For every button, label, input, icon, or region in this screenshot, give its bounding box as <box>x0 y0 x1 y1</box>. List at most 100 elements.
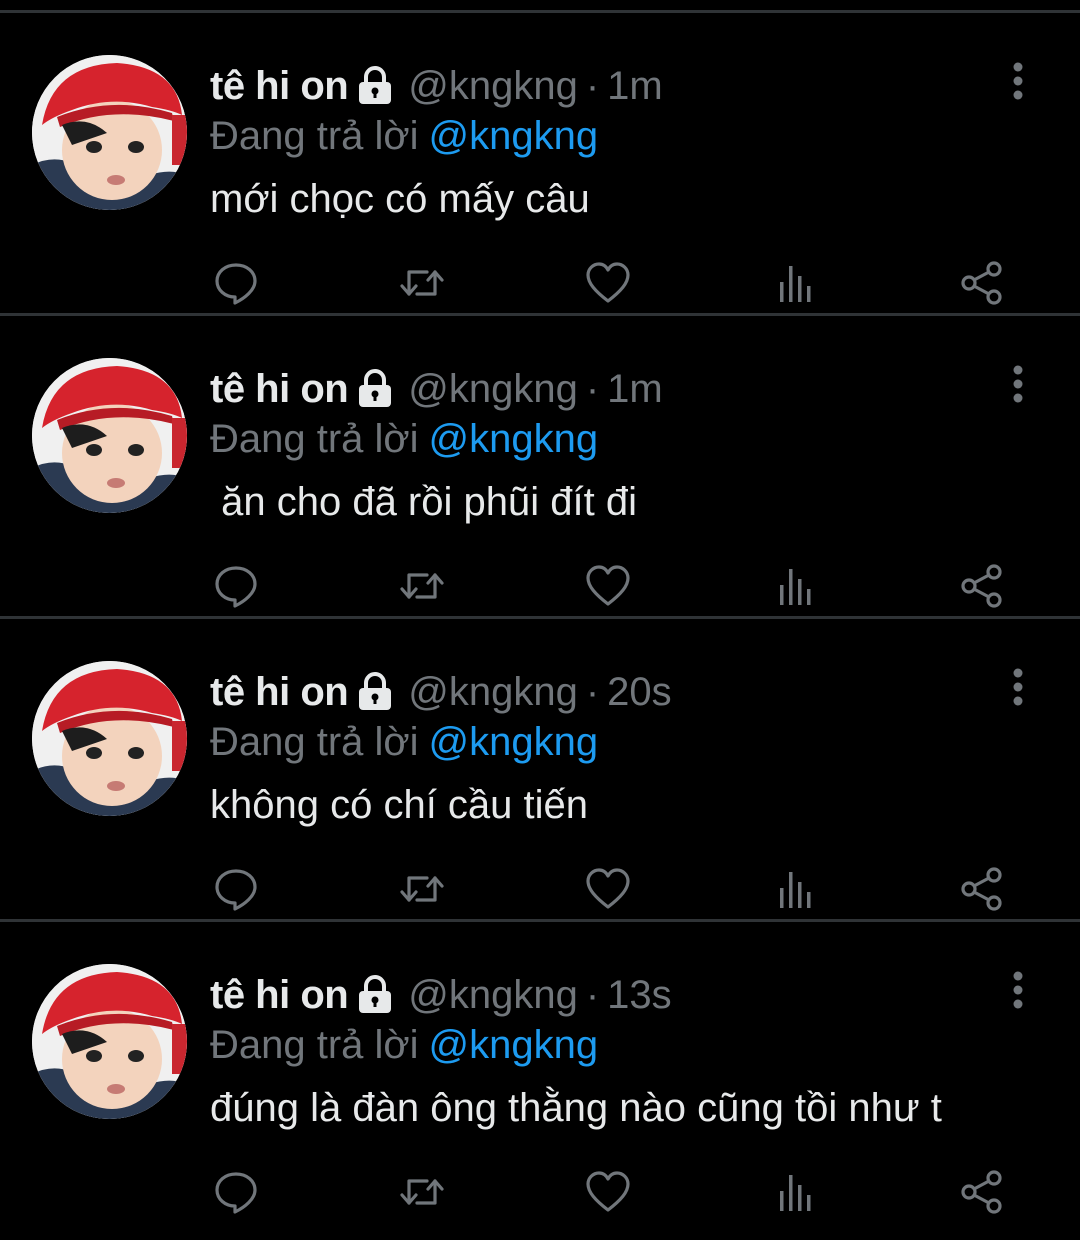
tweet-actions <box>0 258 1080 308</box>
retweet-icon <box>400 573 444 599</box>
reply-to-handle[interactable]: @kngkng <box>429 1023 599 1068</box>
share-button[interactable] <box>957 258 1007 308</box>
like-button[interactable] <box>583 561 633 611</box>
reply-button[interactable] <box>211 864 261 914</box>
tweet-body: tê hi on @kngkng · 20s Đang trả lời @kng… <box>210 667 990 831</box>
share-icon <box>961 867 1002 911</box>
separator: · <box>585 366 600 411</box>
handle[interactable]: @kngkng <box>408 973 578 1018</box>
share-button[interactable] <box>957 561 1007 611</box>
retweet-button[interactable] <box>397 561 447 611</box>
analytics-button[interactable] <box>770 1167 820 1217</box>
tweet-header: tê hi on @kngkng · 1m <box>210 61 990 111</box>
tweet[interactable]: tê hi on @kngkng · 13s Đang trả lời @kng… <box>0 922 1080 1222</box>
more-vertical-icon[interactable] <box>998 364 1038 404</box>
retweet-button[interactable] <box>397 258 447 308</box>
tweet-actions <box>0 1167 1080 1217</box>
tweet-actions <box>0 561 1080 611</box>
reply-icon <box>215 1172 257 1214</box>
avatar[interactable] <box>32 661 187 816</box>
timestamp[interactable]: 13s <box>607 973 672 1018</box>
reply-to-handle[interactable]: @kngkng <box>429 720 599 765</box>
timestamp[interactable]: 1m <box>607 64 663 109</box>
lock-icon <box>359 975 392 1013</box>
handle[interactable]: @kngkng <box>408 670 578 715</box>
retweet-button[interactable] <box>397 1167 447 1217</box>
separator: · <box>585 669 600 714</box>
lock-icon <box>359 369 392 407</box>
reply-context: Đang trả lời @kngkng <box>210 414 990 464</box>
reply-prefix: Đang trả lời <box>210 113 419 158</box>
share-icon <box>961 261 1002 305</box>
analytics-button[interactable] <box>770 864 820 914</box>
analytics-button[interactable] <box>770 561 820 611</box>
avatar-image <box>32 964 187 1119</box>
more-vertical-icon[interactable] <box>998 970 1038 1010</box>
avatar[interactable] <box>32 358 187 513</box>
retweet-icon <box>400 270 444 296</box>
tweet-header: tê hi on @kngkng · 13s <box>210 970 990 1020</box>
reply-prefix: Đang trả lời <box>210 1022 419 1067</box>
tweet-text: đúng là đàn ông thằng nào cũng tồi như t <box>210 1086 942 1130</box>
heart-icon <box>586 868 630 909</box>
heart-icon <box>586 262 630 303</box>
retweet-icon <box>400 876 444 902</box>
tweet[interactable]: tê hi on @kngkng · 1m Đang trả lời @kngk… <box>0 13 1080 316</box>
reply-to-handle[interactable]: @kngkng <box>429 417 599 462</box>
like-button[interactable] <box>583 1167 633 1217</box>
reply-icon <box>215 869 257 911</box>
reply-prefix: Đang trả lời <box>210 719 419 764</box>
retweet-icon <box>400 1179 444 1205</box>
tweet-body: tê hi on @kngkng · 1m Đang trả lời @kngk… <box>210 61 990 225</box>
heart-icon <box>586 565 630 606</box>
handle[interactable]: @kngkng <box>408 64 578 109</box>
display-name[interactable]: tê hi on <box>210 367 349 412</box>
tweet-feed: tê hi on @kngkng · 1m Đang trả lời @kngk… <box>0 13 1080 1222</box>
timestamp[interactable]: 1m <box>607 367 663 412</box>
share-icon <box>961 564 1002 608</box>
display-name[interactable]: tê hi on <box>210 64 349 109</box>
like-button[interactable] <box>583 258 633 308</box>
reply-to-handle[interactable]: @kngkng <box>429 114 599 159</box>
lock-icon <box>359 66 392 104</box>
share-icon <box>961 1170 1002 1214</box>
avatar-image <box>32 55 187 210</box>
tweet-text: mới chọc có mấy câu <box>210 177 590 221</box>
tweet[interactable]: tê hi on @kngkng · 1m Đang trả lời @kngk… <box>0 316 1080 619</box>
share-button[interactable] <box>957 1167 1007 1217</box>
analytics-icon <box>780 872 811 908</box>
reply-context: Đang trả lời @kngkng <box>210 111 990 161</box>
reply-button[interactable] <box>211 561 261 611</box>
avatar-image <box>32 661 187 816</box>
like-button[interactable] <box>583 864 633 914</box>
share-button[interactable] <box>957 864 1007 914</box>
more-vertical-icon[interactable] <box>998 61 1038 101</box>
tweet-text: ăn cho đã rồi phũi đít đi <box>210 480 637 524</box>
lock-icon <box>359 672 392 710</box>
reply-prefix: Đang trả lời <box>210 416 419 461</box>
display-name[interactable]: tê hi on <box>210 973 349 1018</box>
tweet-actions <box>0 864 1080 914</box>
tweet[interactable]: tê hi on @kngkng · 20s Đang trả lời @kng… <box>0 619 1080 922</box>
reply-icon <box>215 263 257 305</box>
more-vertical-icon[interactable] <box>998 667 1038 707</box>
tweet-header: tê hi on @kngkng · 20s <box>210 667 990 717</box>
analytics-button[interactable] <box>770 258 820 308</box>
reply-button[interactable] <box>211 258 261 308</box>
retweet-button[interactable] <box>397 864 447 914</box>
analytics-icon <box>780 1175 811 1211</box>
avatar[interactable] <box>32 55 187 210</box>
avatar[interactable] <box>32 964 187 1119</box>
reply-context: Đang trả lời @kngkng <box>210 1020 990 1070</box>
avatar-image <box>32 358 187 513</box>
tweet-body: tê hi on @kngkng · 13s Đang trả lời @kng… <box>210 970 990 1134</box>
tweet-body: tê hi on @kngkng · 1m Đang trả lời @kngk… <box>210 364 990 528</box>
tweet-header: tê hi on @kngkng · 1m <box>210 364 990 414</box>
handle[interactable]: @kngkng <box>408 367 578 412</box>
display-name[interactable]: tê hi on <box>210 670 349 715</box>
reply-button[interactable] <box>211 1167 261 1217</box>
analytics-icon <box>780 266 811 302</box>
timestamp[interactable]: 20s <box>607 670 672 715</box>
analytics-icon <box>780 569 811 605</box>
separator: · <box>585 972 600 1017</box>
